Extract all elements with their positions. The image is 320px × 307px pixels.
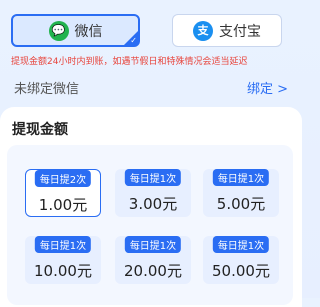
amount-option-10[interactable]: 每日提1次 10.00元 [25,236,101,284]
bind-status: 未绑定微信 [14,82,80,97]
payment-method-label: 微信 [74,23,103,40]
amount-value: 20.00元 [124,262,182,280]
amount-option-1[interactable]: 每日提2次 1.00元 [25,169,101,217]
amount-value: 10.00元 [34,262,92,280]
payment-method-alipay[interactable]: 支 支付宝 [172,14,282,47]
bind-row: 未绑定微信 绑定 > [0,72,302,102]
bind-link[interactable]: 绑定 > [247,78,288,97]
payment-method-wechat[interactable]: 💬 微信 ✓ [11,14,140,47]
daily-limit-badge: 每日提1次 [124,236,182,253]
amount-value: 1.00元 [38,196,88,214]
alipay-icon: 支 [193,20,213,41]
amount-option-20[interactable]: 每日提1次 20.00元 [115,236,191,284]
section-title: 提现金额 [12,122,68,138]
amount-grid: 每日提2次 1.00元 每日提1次 3.00元 每日提1次 5.00元 每日提1… [7,145,293,305]
daily-limit-badge: 每日提1次 [212,236,270,253]
arrival-notice: 提现金额24小时内到账，如遇节假日和特殊情况会适当延迟 [11,57,248,67]
payment-method-label: 支付宝 [219,23,261,40]
daily-limit-badge: 每日提2次 [34,170,92,187]
withdraw-panel: 提现金额 每日提2次 1.00元 每日提1次 3.00元 每日提1次 5.00元… [0,107,302,307]
amount-value: 5.00元 [216,195,266,213]
daily-limit-badge: 每日提1次 [34,236,92,253]
amount-value: 3.00元 [128,195,178,213]
amount-option-3[interactable]: 每日提1次 3.00元 [115,169,191,217]
check-icon: ✓ [130,36,137,45]
daily-limit-badge: 每日提1次 [124,169,182,186]
amount-option-5[interactable]: 每日提1次 5.00元 [203,169,279,217]
amount-option-50[interactable]: 每日提1次 50.00元 [203,236,279,284]
daily-limit-badge: 每日提1次 [212,169,270,186]
wechat-icon: 💬 [48,20,69,41]
amount-value: 50.00元 [212,262,270,280]
